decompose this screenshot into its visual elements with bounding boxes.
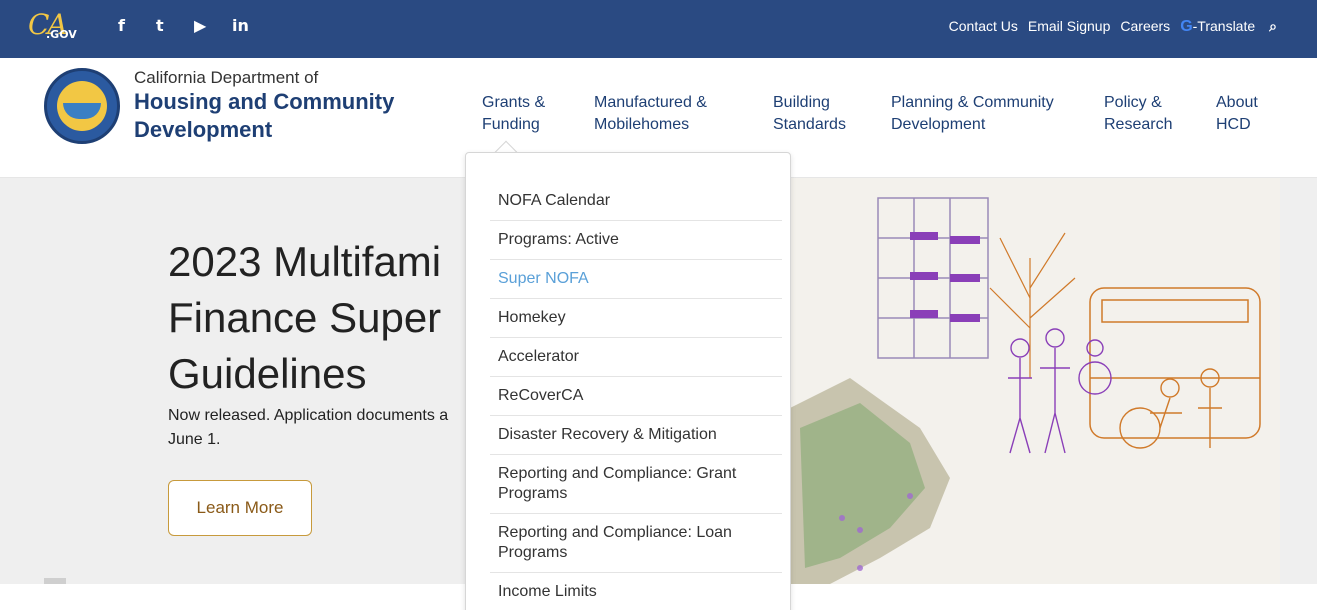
search-icon[interactable]: ⌕: [1269, 18, 1277, 36]
hero-description: Now released. Application documents a Ju…: [168, 407, 449, 448]
carousel-handle[interactable]: [44, 578, 66, 584]
menu-item-reporting-loan[interactable]: Reporting and Compliance: Loan Programs: [490, 514, 782, 573]
twitter-icon[interactable]: t: [156, 16, 194, 38]
org-name-line3: Development: [134, 117, 273, 142]
hcd-seal-logo[interactable]: [44, 68, 120, 144]
contact-us-link[interactable]: Contact Us: [949, 18, 1018, 36]
youtube-icon[interactable]: ▶: [194, 16, 232, 38]
menu-item-recoverca[interactable]: ReCoverCA: [490, 377, 782, 416]
menu-item-super-nofa[interactable]: Super NOFA: [490, 260, 782, 299]
grants-funding-menu: NOFA Calendar Programs: Active Super NOF…: [490, 182, 782, 610]
menu-item-reporting-grant[interactable]: Reporting and Compliance: Grant Programs: [490, 455, 782, 514]
hero-illustration: [790, 178, 1280, 584]
nav-building-standards[interactable]: Building Standards: [773, 92, 891, 136]
hero-title: 2023 Multifami Finance Super Guidelines: [168, 238, 442, 397]
nav-about-hcd[interactable]: About HCD: [1216, 92, 1276, 136]
utility-links: Contact Us Email Signup Careers G-Transl…: [939, 18, 1277, 36]
nav-manufactured-mobilehomes[interactable]: Manufactured & Mobilehomes: [594, 92, 773, 136]
social-links: f t ▶ in: [118, 16, 270, 38]
nav-policy-research[interactable]: Policy & Research: [1104, 92, 1216, 136]
menu-item-disaster-recovery[interactable]: Disaster Recovery & Mitigation: [490, 416, 782, 455]
translate-link[interactable]: G-Translate: [1180, 18, 1255, 36]
ca-gov-logo[interactable]: CA .GOV: [26, 8, 90, 46]
main-nav: Grants & Funding Manufactured & Mobileho…: [482, 92, 1276, 136]
housing-illustration-icon: [790, 197, 1261, 584]
google-icon: G: [1180, 18, 1193, 35]
menu-item-homekey[interactable]: Homekey: [490, 299, 782, 338]
nav-grants-funding[interactable]: Grants & Funding: [482, 92, 594, 136]
org-name-line1: California Department of: [134, 68, 319, 87]
learn-more-button[interactable]: Learn More: [168, 480, 312, 536]
menu-item-income-limits[interactable]: Income Limits: [490, 573, 782, 610]
nav-planning-community-development[interactable]: Planning & Community Development: [891, 92, 1104, 136]
menu-item-accelerator[interactable]: Accelerator: [490, 338, 782, 377]
org-name[interactable]: California Department of Housing and Com…: [134, 68, 394, 144]
org-name-line2: Housing and Community: [134, 89, 395, 114]
facebook-icon[interactable]: f: [118, 16, 156, 38]
menu-item-nofa-calendar[interactable]: NOFA Calendar: [490, 182, 782, 221]
gov-logo-text: .GOV: [46, 28, 77, 41]
careers-link[interactable]: Careers: [1120, 18, 1170, 36]
menu-item-programs-active[interactable]: Programs: Active: [490, 221, 782, 260]
email-signup-link[interactable]: Email Signup: [1028, 18, 1111, 36]
linkedin-icon[interactable]: in: [232, 16, 270, 38]
top-utility-bar: CA .GOV f t ▶ in Contact Us Email Signup…: [0, 0, 1317, 58]
translate-label: -Translate: [1192, 18, 1256, 34]
